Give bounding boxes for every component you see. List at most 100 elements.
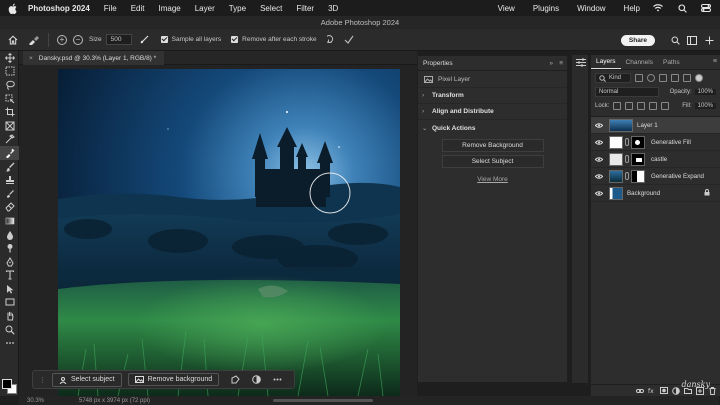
drag-handle-icon[interactable]: ⋮ (39, 376, 46, 384)
lock-all-icon[interactable] (661, 102, 670, 110)
opacity-control[interactable]: Opacity: 100% (670, 89, 716, 95)
lock-transparent-icon[interactable] (613, 102, 622, 110)
transform-icon[interactable] (231, 375, 240, 384)
menu-select[interactable]: Select (260, 4, 282, 13)
crop-tool[interactable] (0, 105, 19, 119)
layer-row-castle[interactable]: castle (591, 151, 720, 168)
panel-menu-icon[interactable]: ≡ (713, 58, 717, 65)
quick-actions-section[interactable]: ⌄ Quick Actions (418, 120, 567, 136)
layer-row-generative-fill[interactable]: Generative Fill (591, 134, 720, 151)
rectangle-tool[interactable] (0, 296, 19, 310)
align-distribute-section[interactable]: › Align and Distribute (418, 104, 567, 120)
filter-kind-select[interactable]: Kind (595, 73, 631, 83)
add-to-selection-icon[interactable]: + (57, 34, 67, 45)
filter-adjustment-icon[interactable] (647, 74, 655, 82)
search-icon[interactable] (670, 35, 680, 45)
search-icon[interactable] (676, 3, 688, 13)
menu-image[interactable]: Image (158, 4, 180, 13)
add-mask-icon[interactable] (659, 387, 669, 394)
frame-tool[interactable] (0, 119, 19, 133)
sample-all-layers-checkbox[interactable]: Sample all layers (160, 36, 221, 43)
zoom-tool[interactable] (0, 323, 19, 337)
lock-image-icon[interactable] (625, 102, 634, 110)
select-subject-action-button[interactable]: Select Subject (441, 155, 544, 168)
lasso-tool[interactable] (0, 78, 19, 92)
eraser-tool[interactable] (0, 201, 19, 215)
cancel-icon[interactable] (326, 35, 336, 44)
type-tool[interactable] (0, 269, 19, 283)
foreground-color[interactable] (2, 379, 12, 389)
menu-window[interactable]: Window (577, 4, 605, 13)
remove-tool-preset-icon[interactable] (28, 35, 40, 45)
close-icon[interactable]: × (29, 55, 33, 62)
path-selection-tool[interactable] (0, 282, 19, 296)
filter-toggle-icon[interactable] (695, 74, 703, 82)
remove-after-stroke-checkbox[interactable]: Remove after each stroke (231, 36, 317, 43)
menu-edit[interactable]: Edit (131, 4, 145, 13)
filter-type-icon[interactable] (659, 74, 667, 82)
gradient-tool[interactable] (0, 214, 19, 228)
brush-tool[interactable] (0, 160, 19, 174)
lock-artboard-icon[interactable] (649, 102, 658, 110)
size-control[interactable]: Size 500 (89, 34, 132, 45)
fx-icon[interactable]: fx (647, 387, 657, 394)
home-icon[interactable] (8, 35, 18, 45)
lock-position-icon[interactable] (637, 102, 646, 110)
mask-icon[interactable] (252, 375, 261, 384)
dodge-tool[interactable] (0, 241, 19, 255)
opacity-value[interactable]: 100% (694, 89, 716, 95)
filter-shape-icon[interactable] (671, 74, 679, 82)
more-options-icon[interactable] (273, 378, 282, 381)
document-tab[interactable]: × Dansky.psd @ 30.3% (Layer 1, RGB/8) * (23, 51, 165, 65)
app-name[interactable]: Photoshop 2024 (28, 4, 90, 13)
filter-smart-object-icon[interactable] (683, 74, 691, 82)
canvas-area[interactable] (19, 65, 417, 396)
panel-menu-icon[interactable]: ≡ (559, 60, 563, 67)
link-layers-icon[interactable] (635, 388, 645, 394)
apple-icon[interactable] (8, 3, 18, 14)
menu-type[interactable]: Type (229, 4, 246, 13)
visibility-eye-icon[interactable] (595, 190, 605, 196)
horizontal-scrollbar[interactable] (273, 399, 373, 402)
menu-file[interactable]: File (104, 4, 117, 13)
object-selection-tool[interactable] (0, 92, 19, 106)
fill-control[interactable]: Fill: 100% (682, 103, 716, 109)
blend-mode-select[interactable]: Normal (595, 87, 659, 97)
transform-section[interactable]: › Transform (418, 88, 567, 104)
more-tools[interactable] (0, 336, 19, 350)
blur-tool[interactable] (0, 228, 19, 242)
layer-row-layer-1[interactable]: Layer 1 (591, 117, 720, 134)
eyedropper-tool[interactable] (0, 133, 19, 147)
fill-value[interactable]: 100% (694, 103, 716, 109)
arrange-icon[interactable] (704, 35, 714, 45)
zoom-level[interactable]: 30.3% (27, 398, 67, 404)
tab-paths[interactable]: Paths (658, 59, 685, 69)
menu-filter[interactable]: Filter (296, 4, 314, 13)
menu-view[interactable]: View (498, 4, 515, 13)
select-subject-button[interactable]: Select subject (52, 372, 122, 387)
visibility-eye-icon[interactable] (595, 139, 605, 145)
share-button[interactable]: Share (620, 34, 655, 46)
hand-tool[interactable] (0, 309, 19, 323)
pen-tool[interactable] (0, 255, 19, 269)
layer-mask-thumbnail[interactable] (631, 169, 645, 183)
commit-check-icon[interactable] (344, 35, 354, 44)
filter-pixel-icon[interactable] (635, 74, 643, 82)
visibility-eye-icon[interactable] (595, 156, 605, 162)
adjustments-icon[interactable] (572, 55, 589, 69)
tab-layers[interactable]: Layers (591, 58, 621, 69)
workspace-icon[interactable] (687, 35, 697, 45)
visibility-eye-icon[interactable] (595, 173, 605, 179)
menu-help[interactable]: Help (624, 4, 640, 13)
layer-row-background[interactable]: Background (591, 185, 720, 202)
layer-row-generative-expand[interactable]: Generative Expand (591, 168, 720, 185)
view-more-link[interactable]: View More (418, 176, 567, 183)
remove-background-action-button[interactable]: Remove Background (441, 139, 544, 152)
color-swatches[interactable] (2, 379, 17, 394)
adjustment-layer-icon[interactable] (671, 386, 681, 395)
canvas-image[interactable] (58, 69, 400, 396)
tab-channels[interactable]: Channels (621, 59, 658, 69)
control-center-icon[interactable] (700, 3, 712, 13)
subtract-from-selection-icon[interactable]: − (73, 34, 83, 45)
wifi-icon[interactable] (652, 3, 664, 13)
